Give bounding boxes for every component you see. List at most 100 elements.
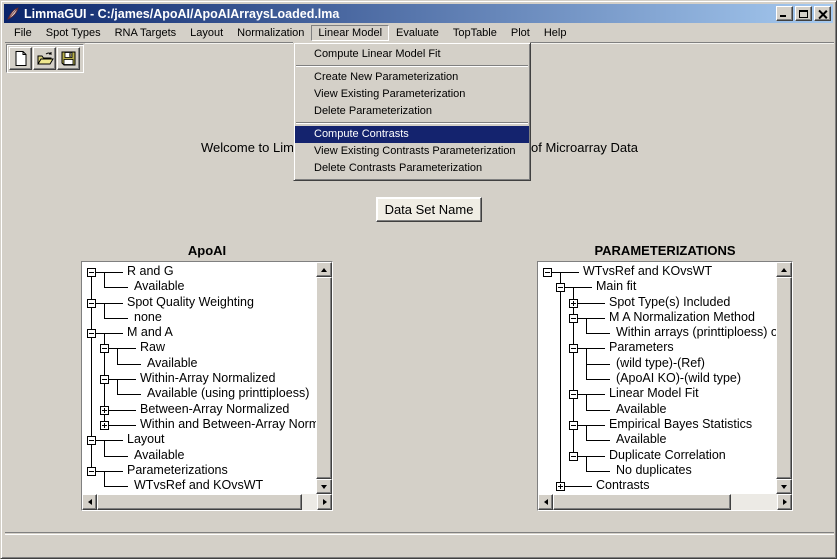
collapse-box[interactable] xyxy=(87,299,96,308)
menu-spot-types[interactable]: Spot Types xyxy=(39,25,108,41)
horizontal-scrollbar[interactable] xyxy=(538,494,792,510)
tree-node-label[interactable]: Within-Array Normalized xyxy=(140,371,275,386)
tree-node[interactable]: Within arrays (printtiploess) o xyxy=(538,325,776,340)
menu-item-create-new-parameterization[interactable]: Create New Parameterization xyxy=(295,69,529,86)
collapse-box[interactable] xyxy=(569,390,578,399)
tree-node[interactable]: Main fit xyxy=(538,279,776,294)
menu-item-view-existing-parameterization[interactable]: View Existing Parameterization xyxy=(295,86,529,103)
collapse-box[interactable] xyxy=(87,467,96,476)
tree-node-label[interactable]: R and G xyxy=(127,264,174,279)
scroll-down-button[interactable] xyxy=(316,479,332,494)
collapse-box[interactable] xyxy=(569,314,578,323)
tree-node[interactable]: Parameterizations xyxy=(82,463,316,478)
menu-normalization[interactable]: Normalization xyxy=(230,25,311,41)
minimize-button[interactable] xyxy=(776,6,793,21)
scroll-left-button[interactable] xyxy=(538,494,553,510)
collapse-box[interactable] xyxy=(569,452,578,461)
expand-box[interactable] xyxy=(556,482,565,491)
menu-item-compute-linear-model-fit[interactable]: Compute Linear Model Fit xyxy=(295,46,529,63)
scroll-right-button[interactable] xyxy=(777,494,792,510)
tree-node-label[interactable]: WTvsRef and KOvsWT xyxy=(583,264,712,279)
scroll-right-button[interactable] xyxy=(317,494,332,510)
tree-node-label[interactable]: (wild type)-(Ref) xyxy=(616,356,705,371)
tree-node[interactable]: Available xyxy=(82,448,316,463)
save-file-button[interactable] xyxy=(57,47,80,70)
tree-node-label[interactable]: Available xyxy=(134,448,185,463)
tree-node[interactable]: R and G xyxy=(82,264,316,279)
tree-node[interactable]: Spot Type(s) Included xyxy=(538,295,776,310)
tree-node-label[interactable]: Available (using printtiploess) xyxy=(147,386,309,401)
tree-node[interactable]: Available (using printtiploess) xyxy=(82,386,316,401)
scroll-trough[interactable] xyxy=(302,494,317,510)
tree-node-label[interactable]: Available xyxy=(616,432,667,447)
collapse-box[interactable] xyxy=(100,344,109,353)
collapse-box[interactable] xyxy=(87,436,96,445)
tree-node-label[interactable]: Linear Model Fit xyxy=(609,386,699,401)
tree-node[interactable]: (ApoAI KO)-(wild type) xyxy=(538,371,776,386)
tree-node-label[interactable]: No duplicates xyxy=(616,463,692,478)
data-set-name-button[interactable]: Data Set Name xyxy=(376,197,482,222)
tree-node[interactable]: Available xyxy=(538,432,776,447)
tree-node[interactable]: (wild type)-(Ref) xyxy=(538,356,776,371)
scroll-up-button[interactable] xyxy=(776,262,792,277)
tree-node-label[interactable]: Duplicate Correlation xyxy=(609,448,726,463)
tree-node[interactable]: Within-Array Normalized xyxy=(82,371,316,386)
menu-item-delete-parameterization[interactable]: Delete Parameterization xyxy=(295,103,529,120)
tree-node-label[interactable]: Spot Type(s) Included xyxy=(609,295,730,310)
horizontal-scroll-thumb[interactable] xyxy=(553,494,731,510)
expand-box[interactable] xyxy=(100,421,109,430)
tree-node-label[interactable]: Layout xyxy=(127,432,165,447)
menu-layout[interactable]: Layout xyxy=(183,25,230,41)
collapse-box[interactable] xyxy=(569,344,578,353)
collapse-box[interactable] xyxy=(87,329,96,338)
tree-node-label[interactable]: none xyxy=(134,310,162,325)
vertical-scroll-thumb[interactable] xyxy=(316,277,332,479)
tree-node[interactable]: Duplicate Correlation xyxy=(538,448,776,463)
tree-node-label[interactable]: Within and Between-Array Norm xyxy=(140,417,316,432)
menu-file[interactable]: File xyxy=(7,25,39,41)
tree-node[interactable]: Available xyxy=(82,356,316,371)
tree-node-label[interactable]: Raw xyxy=(140,340,165,355)
menu-toptable[interactable]: TopTable xyxy=(446,25,504,41)
tree-node-label[interactable]: Empirical Bayes Statistics xyxy=(609,417,752,432)
tree-node[interactable]: Spot Quality Weighting xyxy=(82,295,316,310)
tree-node-label[interactable]: Main fit xyxy=(596,279,636,294)
scroll-left-button[interactable] xyxy=(82,494,97,510)
menu-help[interactable]: Help xyxy=(537,25,574,41)
horizontal-scrollbar[interactable] xyxy=(82,494,332,510)
parameterizations-tree[interactable]: WTvsRef and KOvsWTMain fitSpot Type(s) I… xyxy=(538,262,776,494)
apoai-tree[interactable]: R and GAvailableSpot Quality Weightingno… xyxy=(82,262,316,494)
tree-node-label[interactable]: (ApoAI KO)-(wild type) xyxy=(616,371,741,386)
tree-node[interactable]: Raw xyxy=(82,340,316,355)
tree-node-label[interactable]: Between-Array Normalized xyxy=(140,402,289,417)
collapse-box[interactable] xyxy=(569,421,578,430)
tree-node[interactable]: Empirical Bayes Statistics xyxy=(538,417,776,432)
tree-node-label[interactable]: Available xyxy=(134,279,185,294)
tree-node[interactable]: WTvsRef and KOvsWT xyxy=(538,264,776,279)
expand-box[interactable] xyxy=(100,406,109,415)
new-file-button[interactable] xyxy=(9,47,32,70)
menu-evaluate[interactable]: Evaluate xyxy=(389,25,446,41)
scroll-down-button[interactable] xyxy=(776,479,792,494)
tree-node[interactable]: Within and Between-Array Norm xyxy=(82,417,316,432)
vertical-scroll-thumb[interactable] xyxy=(776,277,792,479)
maximize-button[interactable] xyxy=(795,6,812,21)
tree-node-label[interactable]: Contrasts xyxy=(596,478,650,493)
tree-node[interactable]: Between-Array Normalized xyxy=(82,402,316,417)
tree-node[interactable]: M and A xyxy=(82,325,316,340)
tree-node-label[interactable]: WTvsRef and KOvsWT xyxy=(134,478,263,493)
menu-linear-model[interactable]: Linear Model xyxy=(311,25,389,41)
tree-node[interactable]: Parameters xyxy=(538,340,776,355)
open-file-button[interactable] xyxy=(33,47,56,70)
tree-node[interactable]: Linear Model Fit xyxy=(538,386,776,401)
tree-node-label[interactable]: Spot Quality Weighting xyxy=(127,295,254,310)
collapse-box[interactable] xyxy=(543,268,552,277)
collapse-box[interactable] xyxy=(556,283,565,292)
menu-rna-targets[interactable]: RNA Targets xyxy=(108,25,184,41)
tree-node-label[interactable]: M and A xyxy=(127,325,173,340)
expand-box[interactable] xyxy=(569,299,578,308)
vertical-scrollbar[interactable] xyxy=(776,262,792,494)
collapse-box[interactable] xyxy=(87,268,96,277)
scroll-trough[interactable] xyxy=(731,494,777,510)
menu-item-delete-contrasts-parameterization[interactable]: Delete Contrasts Parameterization xyxy=(295,160,529,177)
